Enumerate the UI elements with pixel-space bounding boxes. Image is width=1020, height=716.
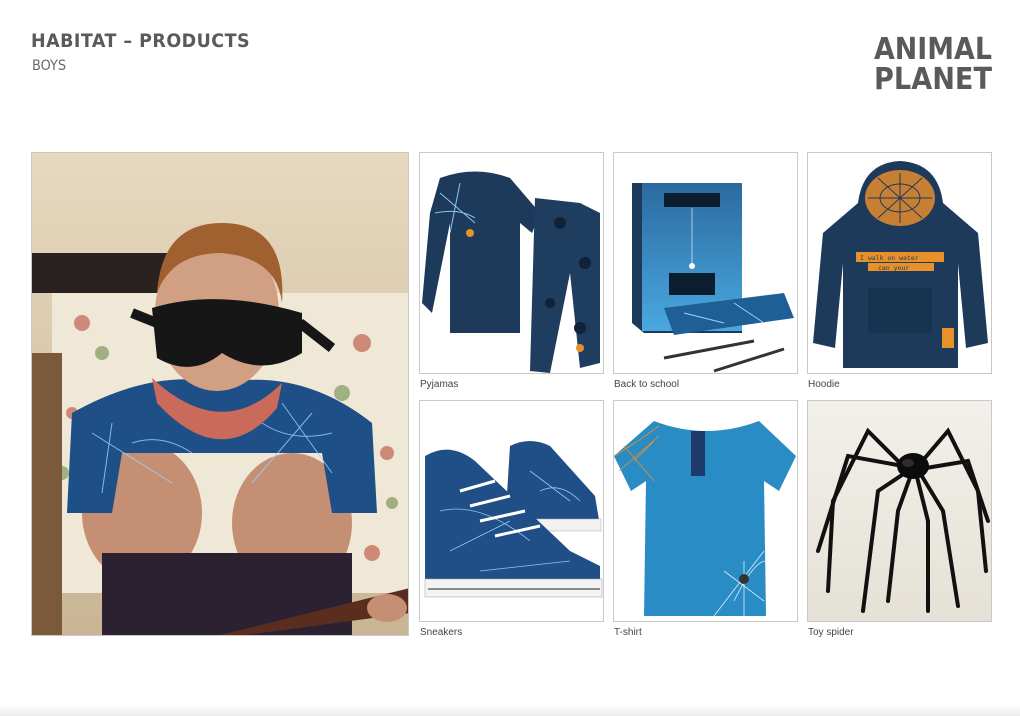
page-title: HABITAT – PRODUCTS bbox=[31, 30, 251, 52]
caption-sneakers: Sneakers bbox=[420, 627, 463, 638]
sneakers-image bbox=[420, 401, 603, 621]
toy-spider-image bbox=[808, 401, 991, 621]
caption-toy-spider: Toy spider bbox=[808, 627, 854, 638]
boy-with-goggles-image bbox=[32, 153, 408, 635]
school-supplies-image bbox=[614, 153, 797, 373]
product-tile-tshirt bbox=[613, 400, 798, 622]
tshirt-image bbox=[614, 401, 797, 621]
product-tile-hoodie: I walk on water can your bbox=[807, 152, 992, 374]
page-bottom-edge bbox=[0, 704, 1020, 716]
product-tile-sneakers bbox=[419, 400, 604, 622]
caption-tshirt: T-shirt bbox=[614, 627, 642, 638]
product-tile-toy-spider bbox=[807, 400, 992, 622]
pyjamas-image bbox=[420, 153, 603, 373]
svg-text:I walk on water: I walk on water bbox=[860, 254, 919, 262]
product-tile-pyjamas bbox=[419, 152, 604, 374]
hero-photo bbox=[31, 152, 409, 636]
svg-text:can your: can your bbox=[878, 264, 909, 272]
caption-back-to-school: Back to school bbox=[614, 379, 680, 390]
svg-text:PLANET: PLANET bbox=[874, 62, 992, 91]
caption-pyjamas: Pyjamas bbox=[420, 379, 459, 390]
hoodie-image: I walk on water can your bbox=[808, 153, 991, 373]
page-subtitle: BOYS bbox=[32, 58, 67, 74]
caption-hoodie: Hoodie bbox=[808, 379, 840, 390]
product-tile-back-to-school bbox=[613, 152, 798, 374]
animal-planet-logo: ANIMAL PLANET bbox=[872, 31, 994, 91]
